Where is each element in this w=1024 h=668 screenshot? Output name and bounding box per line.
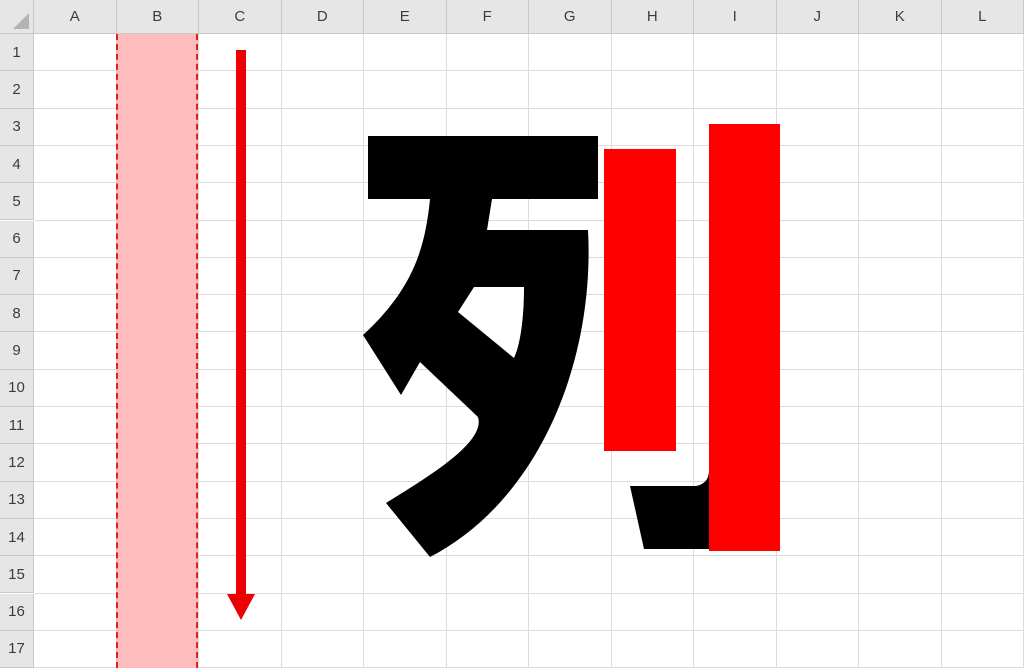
kanji-left-radical	[363, 136, 598, 557]
kanji-illustration	[227, 50, 780, 620]
kanji-hook-foot	[630, 470, 709, 549]
spreadsheet-grid: ABCDEFGHIJKL 1 2 3 4 5 6 7 8 9 10 11 12 13 14 15 16 17	[0, 0, 1024, 668]
arrow-down-icon	[227, 50, 255, 620]
